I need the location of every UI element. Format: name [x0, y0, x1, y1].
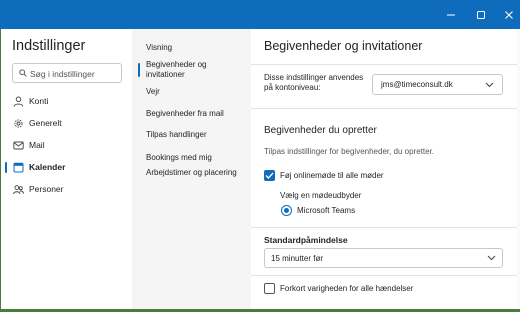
reminder-dropdown-value: 15 minutter før	[271, 254, 324, 263]
checkmark-icon	[265, 172, 274, 179]
online-meeting-label: Føj onlinemøde til alle møder	[280, 171, 384, 180]
search-box[interactable]	[12, 63, 122, 83]
sidebar-item-label: Konti	[29, 96, 49, 106]
reminder-dropdown[interactable]: 15 minutter før	[264, 248, 503, 268]
subnav-item-arbejdstimer-og-placering[interactable]: Arbejdstimer og placering	[146, 168, 246, 178]
divider	[251, 275, 517, 276]
account-dropdown[interactable]: jms@timeconsult.dk	[372, 74, 503, 95]
sidebar-item-personer[interactable]: Personer	[5, 180, 129, 199]
shorten-duration-checkbox[interactable]	[264, 283, 275, 294]
calendar-icon	[13, 162, 24, 173]
account-scope-label: Disse indstillinger anvendes på kontoniv…	[264, 73, 364, 92]
settings-title: Indstillinger	[12, 38, 86, 54]
reminder-label: Standardpåmindelse	[264, 235, 348, 245]
subnav-item-tilpas-handlinger[interactable]: Tilpas handlinger	[146, 130, 246, 140]
sidebar-item-generelt[interactable]: Generelt	[5, 114, 129, 133]
divider	[251, 64, 517, 65]
sidebar-item-label: Generelt	[29, 118, 62, 128]
minimize-icon	[447, 14, 455, 16]
settings-sidebar: Indstillinger Konti Generelt Mail	[0, 29, 132, 312]
active-indicator	[5, 162, 7, 173]
microsoft-teams-radio[interactable]	[281, 205, 292, 216]
divider	[251, 227, 517, 228]
active-indicator	[138, 63, 140, 77]
subnav-item-begivenheder-og-invitationer[interactable]: Begivenheder og invitationer	[146, 60, 246, 80]
person-icon	[13, 96, 24, 107]
people-icon	[13, 185, 24, 195]
minimize-button[interactable]	[436, 0, 466, 29]
divider	[251, 108, 517, 109]
maximize-icon	[477, 11, 485, 19]
subnav-item-vejr[interactable]: Vejr	[146, 87, 246, 97]
microsoft-teams-label: Microsoft Teams	[297, 206, 356, 215]
title-bar	[0, 0, 520, 29]
sidebar-item-label: Personer	[29, 184, 64, 194]
shorten-duration-label: Forkort varigheden for alle hændelser	[280, 284, 414, 293]
subnav-item-bookings-med-mig[interactable]: Bookings med mig	[146, 153, 246, 163]
settings-content: Begivenheder og invitationer Disse indst…	[251, 29, 517, 312]
provider-label: Vælg en mødeudbyder	[280, 191, 362, 200]
search-icon	[19, 69, 27, 77]
calendar-subnav: Visning Begivenheder og invitationer Vej…	[132, 29, 251, 312]
sidebar-item-mail[interactable]: Mail	[5, 136, 129, 155]
chevron-down-icon	[485, 82, 494, 88]
mail-icon	[13, 141, 24, 150]
gear-icon	[14, 119, 23, 128]
sidebar-item-konti[interactable]: Konti	[5, 92, 129, 111]
close-button[interactable]	[494, 0, 520, 29]
account-dropdown-value: jms@timeconsult.dk	[381, 80, 453, 89]
sidebar-item-label: Mail	[29, 140, 45, 150]
page-title: Begivenheder og invitationer	[264, 39, 423, 53]
close-icon	[505, 11, 513, 19]
chevron-down-icon	[487, 255, 496, 261]
radio-dot	[284, 208, 289, 213]
sidebar-item-label: Kalender	[29, 162, 66, 172]
search-input[interactable]	[30, 66, 118, 81]
subnav-item-begivenheder-fra-mail[interactable]: Begivenheder fra mail	[146, 109, 246, 119]
subnav-item-visning[interactable]: Visning	[146, 43, 246, 53]
sidebar-item-kalender[interactable]: Kalender	[5, 158, 129, 177]
maximize-button[interactable]	[466, 0, 496, 29]
section-description: Tilpas indstillinger for begivenheder, d…	[264, 147, 435, 156]
section-heading: Begivenheder du opretter	[264, 125, 377, 136]
online-meeting-checkbox[interactable]	[264, 170, 275, 181]
